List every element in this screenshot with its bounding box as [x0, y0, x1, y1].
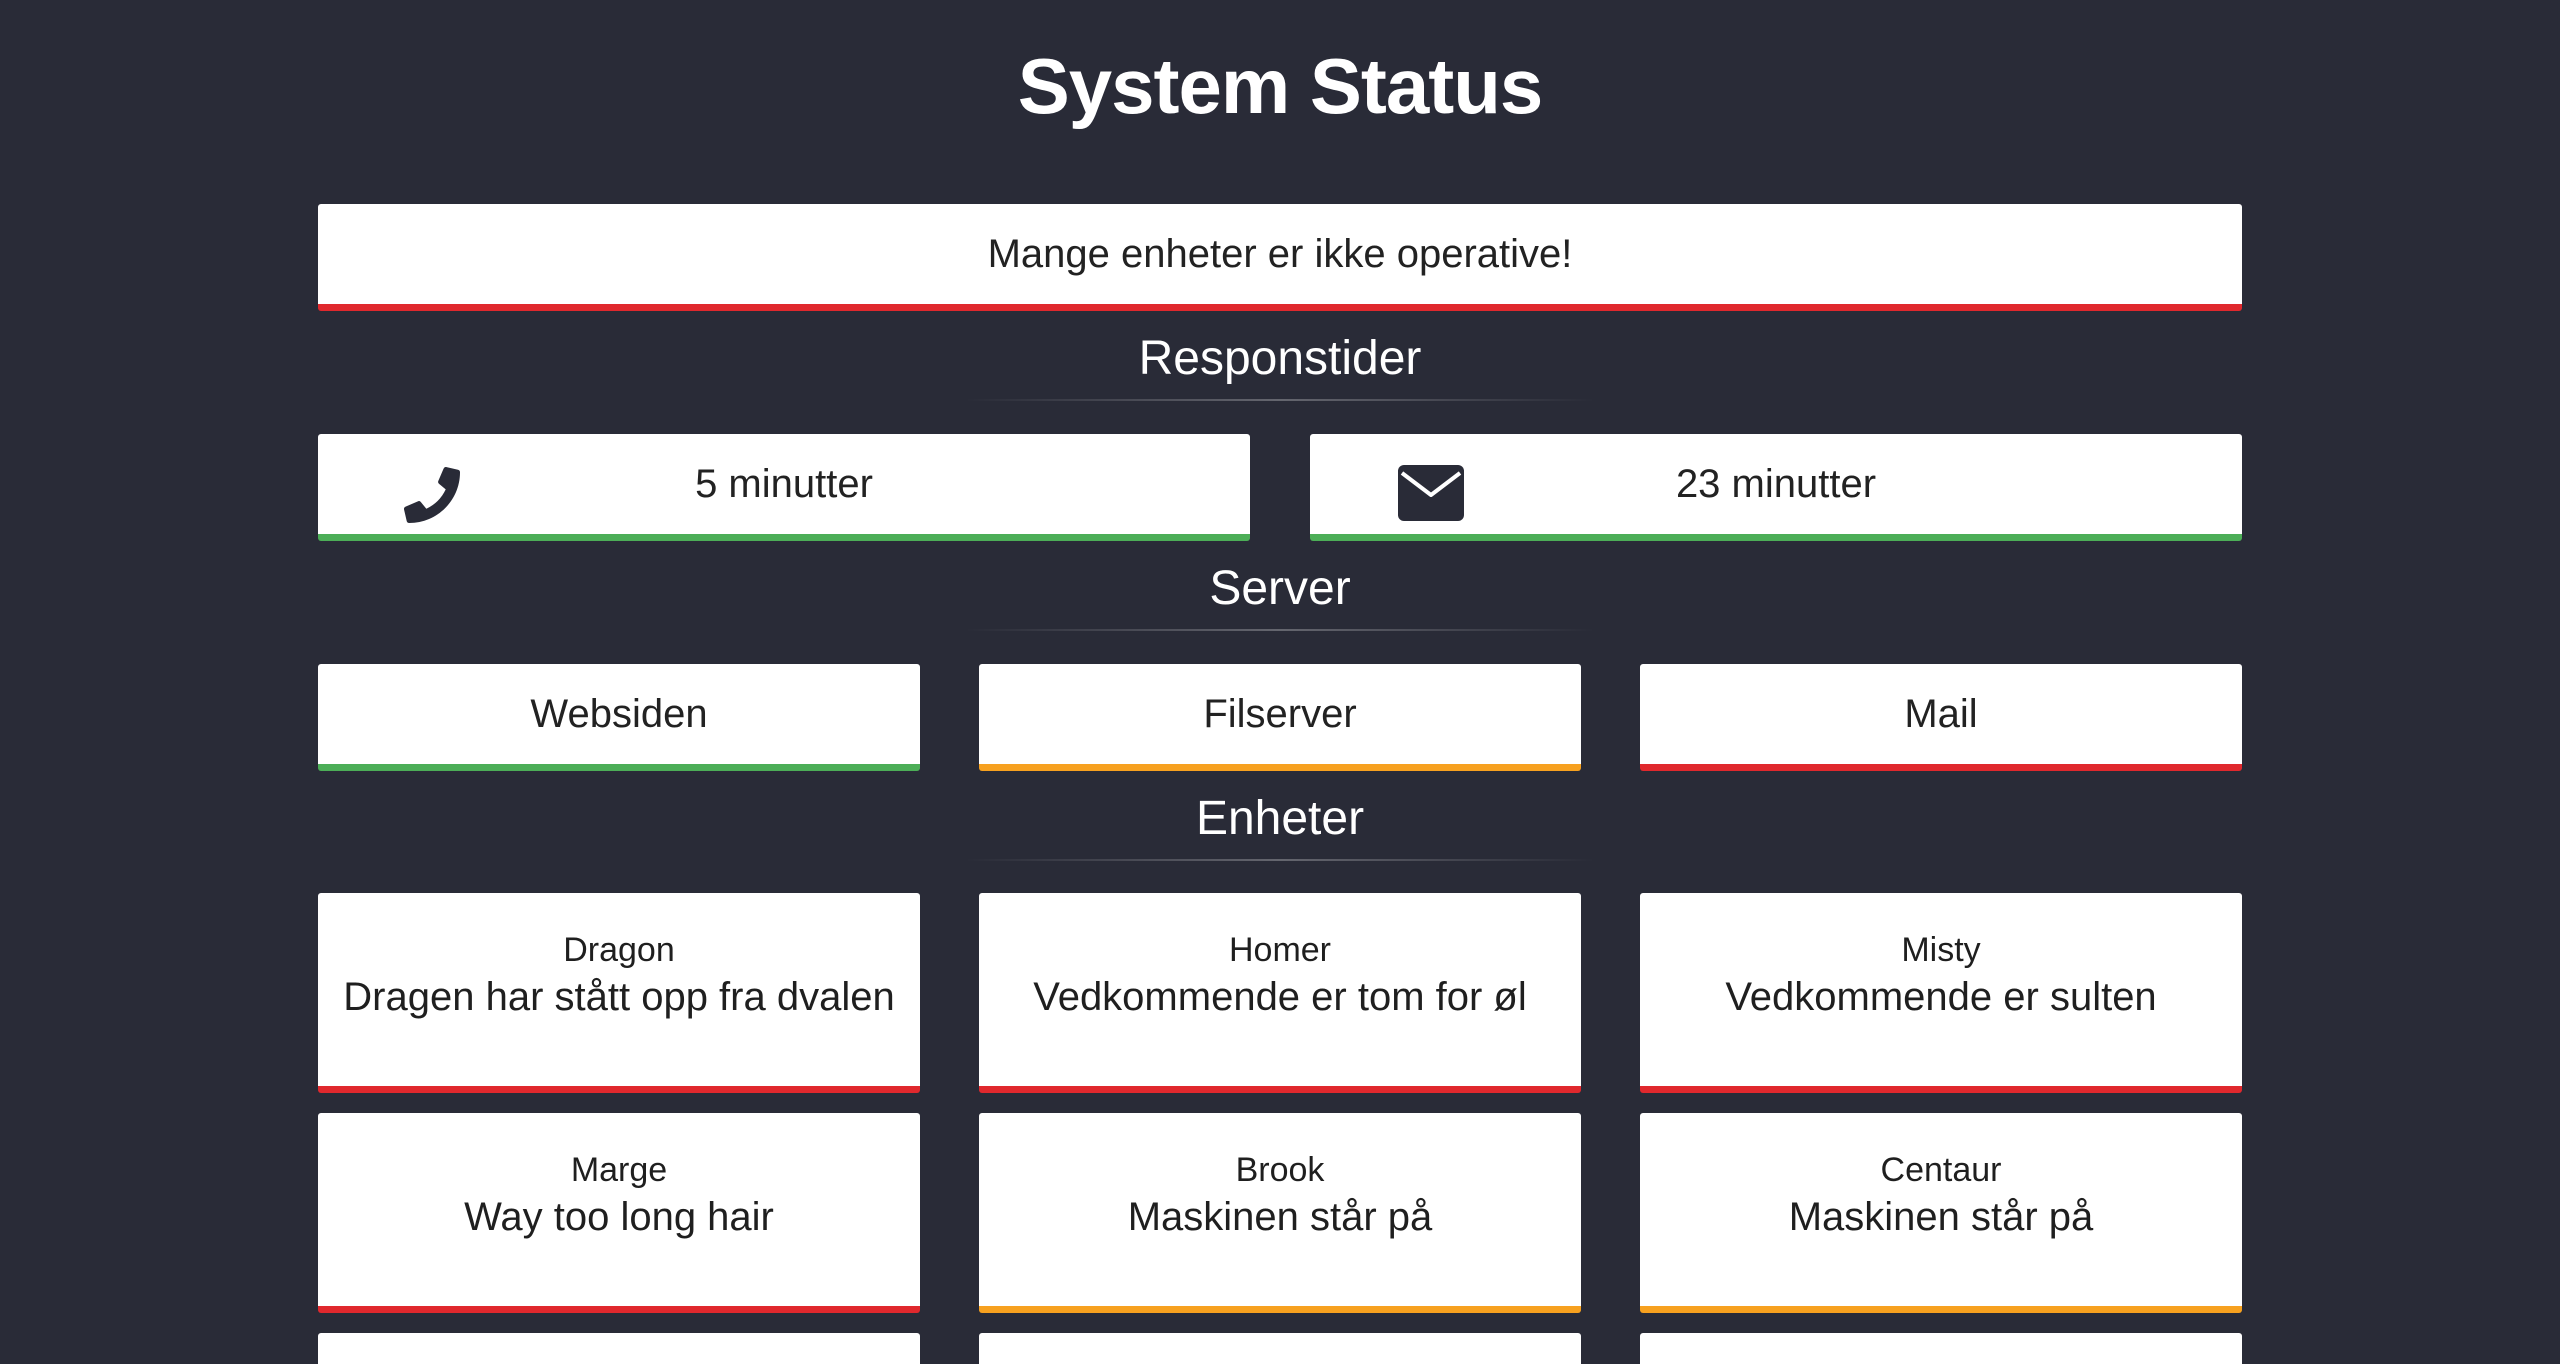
section-divider	[965, 629, 1595, 631]
device-card-misty: Misty Vedkommende er sulten	[1640, 893, 2242, 1093]
section-heading-server: Server	[1209, 562, 1351, 615]
response-mail-label: 23 minutter	[1675, 462, 1877, 506]
device-card-partial	[1640, 1333, 2242, 1364]
response-card-phone: 5 minutter	[318, 434, 1250, 541]
section-heading-devices: Enheter	[1195, 792, 1365, 845]
device-card-dragon: Dragon Dragen har stått opp fra dvalen	[318, 893, 920, 1093]
response-phone-label: 5 minutter	[695, 462, 873, 506]
status-page: System Status Mange enheter er ikke oper…	[0, 0, 2560, 1364]
server-card-websiden: Websiden	[318, 664, 920, 771]
status-banner-text: Mange enheter er ikke operative!	[987, 232, 1573, 276]
server-card-filserver: Filserver	[979, 664, 1581, 771]
section-divider	[965, 859, 1595, 861]
device-card-homer: Homer Vedkommende er tom for øl	[979, 893, 1581, 1093]
response-card-mail: 23 minutter	[1310, 434, 2242, 541]
device-name: Misty	[1901, 931, 1981, 969]
device-message: Vedkommende er sulten	[1725, 975, 2157, 1019]
device-message: Vedkommende er tom for øl	[1033, 975, 1527, 1019]
status-banner: Mange enheter er ikke operative!	[318, 204, 2242, 311]
device-card-partial	[318, 1333, 920, 1364]
device-message: Way too long hair	[464, 1195, 774, 1239]
server-card-mail: Mail	[1640, 664, 2242, 771]
device-card-centaur: Centaur Maskinen står på	[1640, 1113, 2242, 1313]
device-name: Marge	[570, 1151, 668, 1189]
device-name: Brook	[1235, 1151, 1325, 1189]
section-heading-response: Responstider	[1138, 332, 1422, 385]
device-message: Maskinen står på	[1788, 1195, 2094, 1239]
device-card-partial	[979, 1333, 1581, 1364]
section-divider	[965, 399, 1595, 401]
device-name: Homer	[1228, 931, 1332, 969]
server-label: Mail	[1904, 692, 1978, 736]
device-card-brook: Brook Maskinen står på	[979, 1113, 1581, 1313]
device-name: Centaur	[1880, 1151, 2002, 1189]
device-name: Dragon	[563, 931, 675, 969]
device-message: Maskinen står på	[1127, 1195, 1433, 1239]
device-card-marge: Marge Way too long hair	[318, 1113, 920, 1313]
server-label: Websiden	[530, 692, 708, 736]
page-title: System Status	[1017, 42, 1544, 130]
device-message: Dragen har stått opp fra dvalen	[343, 975, 895, 1019]
server-label: Filserver	[1203, 692, 1357, 736]
